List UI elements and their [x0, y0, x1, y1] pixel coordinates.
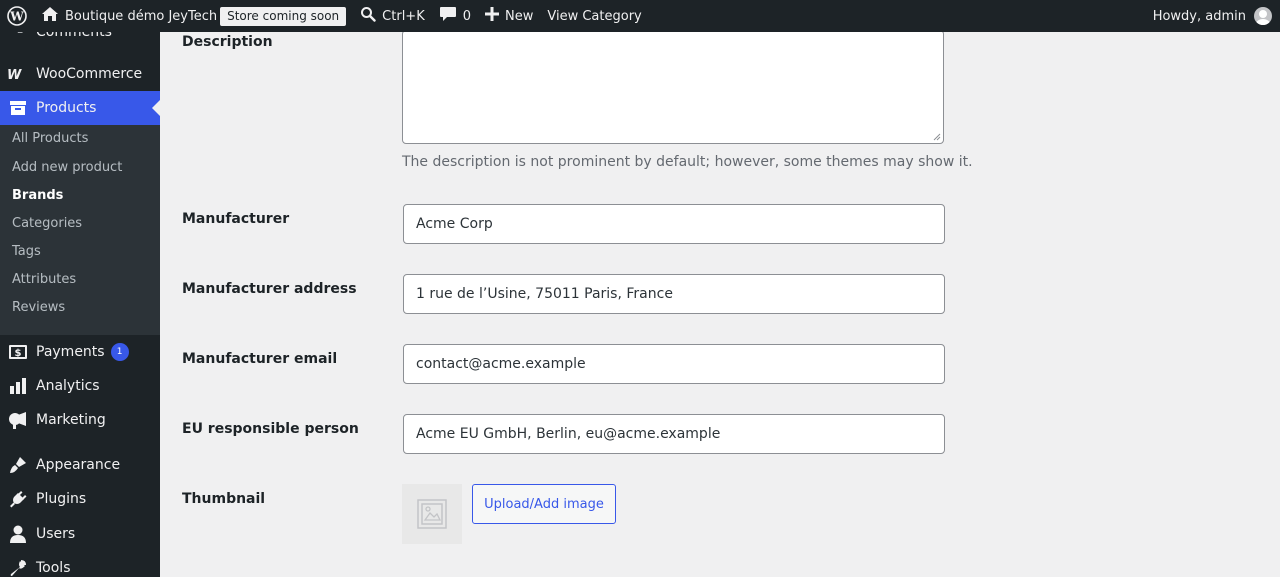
products-submenu: All Products Add new product Brands Cate… — [0, 125, 160, 335]
manufacturer-address-input[interactable]: 1 rue de l’Usine, 75011 Paris, France — [403, 274, 945, 314]
command-palette-button[interactable]: Ctrl+K — [353, 0, 432, 32]
avatar — [1254, 7, 1272, 25]
manufacturer-label: Manufacturer — [182, 211, 290, 227]
wordpress-logo-icon[interactable]: W — [0, 0, 34, 32]
comments-count: 0 — [462, 8, 472, 24]
submenu-add-new-product[interactable]: Add new product — [12, 160, 122, 175]
resize-grip-icon[interactable] — [933, 133, 941, 141]
store-status-badge: Store coming soon — [220, 6, 347, 26]
menu-label-plugins: Plugins — [36, 491, 87, 507]
plug-icon — [0, 490, 36, 508]
description-help-text: The description is not prominent by defa… — [402, 154, 973, 170]
admin-bar: W Boutique démo JeyTech Store coming soo… — [0, 0, 1280, 32]
submenu-brands[interactable]: Brands — [12, 188, 63, 203]
menu-item-appearance[interactable]: Appearance — [0, 448, 160, 482]
plus-icon — [485, 7, 500, 25]
eu-responsible-person-input[interactable]: Acme EU GmbH, Berlin, eu@acme.example — [403, 414, 945, 454]
submenu-attributes[interactable]: Attributes — [12, 272, 76, 287]
menu-label-appearance: Appearance — [36, 457, 121, 473]
new-label: New — [505, 8, 534, 24]
submenu-categories[interactable]: Categories — [12, 216, 82, 231]
edit-brand-form: Description The description is not promi… — [160, 30, 1280, 577]
menu-label-marketing: Marketing — [36, 412, 106, 428]
woocommerce-icon: W — [0, 67, 36, 81]
menu-label-comments: Comments — [36, 32, 112, 40]
user-icon — [0, 525, 36, 543]
menu-item-tools[interactable]: Tools — [0, 551, 160, 577]
submenu-reviews[interactable]: Reviews — [12, 300, 65, 315]
menu-label-products: Products — [36, 100, 97, 116]
site-name: Boutique démo JeyTech — [65, 8, 218, 24]
menu-label-users: Users — [36, 526, 76, 542]
howdy-text: Howdy, admin — [1152, 8, 1246, 24]
home-icon — [41, 6, 59, 26]
eu-responsible-person-label: EU responsible person — [182, 421, 359, 437]
menu-label-analytics: Analytics — [36, 378, 100, 394]
menu-item-analytics[interactable]: Analytics — [0, 369, 160, 403]
new-content-button[interactable]: New — [478, 0, 540, 32]
manufacturer-email-label: Manufacturer email — [182, 351, 338, 367]
payments-count-badge: 1 — [110, 343, 129, 361]
image-placeholder-icon — [417, 499, 447, 529]
site-name-link[interactable]: Boutique démo JeyTech Store coming soon — [34, 0, 353, 32]
bar-chart-icon — [0, 378, 36, 394]
wrench-icon — [0, 559, 36, 577]
menu-item-payments[interactable]: $ Payments 1 — [0, 335, 160, 369]
menu-label-tools: Tools — [36, 560, 71, 576]
menu-item-comments[interactable]: Comments — [0, 32, 160, 49]
menu-item-products[interactable]: Products — [0, 91, 160, 125]
svg-text:W: W — [9, 10, 24, 24]
menu-item-plugins[interactable]: Plugins — [0, 482, 160, 516]
payments-icon: $ — [0, 344, 36, 360]
comments-link[interactable]: 0 — [432, 0, 478, 32]
thumbnail-preview — [402, 484, 462, 544]
svg-text:W: W — [7, 68, 22, 81]
view-category-label: View Category — [547, 8, 642, 24]
submenu-all-products[interactable]: All Products — [12, 131, 88, 146]
menu-item-marketing[interactable]: Marketing — [0, 403, 160, 437]
admin-sidebar: Comments W WooCommerce Products All Prod… — [0, 32, 160, 577]
svg-text:$: $ — [15, 348, 22, 359]
comment-bubble-icon — [439, 6, 457, 27]
description-label: Description — [182, 34, 273, 50]
view-category-link[interactable]: View Category — [540, 0, 648, 32]
menu-label-payments: Payments — [36, 344, 105, 360]
archive-box-icon — [0, 100, 36, 116]
manufacturer-address-label: Manufacturer address — [182, 281, 357, 297]
menu-item-users[interactable]: Users — [0, 517, 160, 551]
menu-label-woocommerce: WooCommerce — [36, 66, 143, 82]
thumbnail-label: Thumbnail — [182, 491, 266, 507]
comments-icon — [0, 32, 36, 41]
upload-image-button[interactable]: Upload/Add image — [472, 484, 616, 524]
megaphone-icon — [0, 411, 36, 429]
submenu-tags[interactable]: Tags — [12, 244, 41, 259]
search-shortcut: Ctrl+K — [382, 8, 425, 24]
account-menu[interactable]: Howdy, admin — [1146, 0, 1280, 32]
manufacturer-input[interactable]: Acme Corp — [403, 204, 945, 244]
paintbrush-icon — [0, 456, 36, 474]
search-icon — [360, 6, 376, 26]
description-textarea[interactable] — [402, 30, 944, 144]
menu-item-woocommerce[interactable]: W WooCommerce — [0, 57, 160, 91]
manufacturer-email-input[interactable]: contact@acme.example — [403, 344, 945, 384]
